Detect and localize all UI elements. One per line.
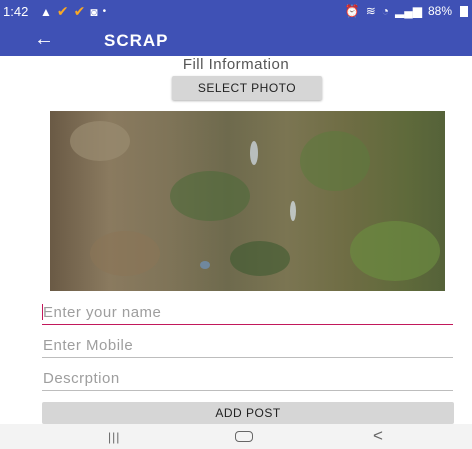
status-bar: 1:42 ▲ ✔ ✔ ◙ • ⏰ ≋ ◔ ▂▄▆ 88% <box>0 0 472 24</box>
form-heading: Fill Information <box>182 56 290 73</box>
alarm-icon: ⏰ <box>344 4 360 18</box>
description-input[interactable] <box>42 366 453 391</box>
status-time: 1:42 <box>3 4 29 19</box>
mobile-input[interactable] <box>42 333 453 358</box>
back-icon[interactable]: < <box>373 426 383 446</box>
status-right-icons: ⏰ ≋ ◔ ▂▄▆ 88% <box>345 4 468 18</box>
check-icon: ✔ <box>73 3 86 19</box>
recent-apps-icon[interactable]: ||| <box>108 430 120 444</box>
signal-icon: ▂▄▆ <box>395 4 422 18</box>
wifi-icon: ◔ <box>381 4 389 18</box>
app-title: SCRAP <box>104 31 169 50</box>
warning-icon: ▲ <box>40 4 52 19</box>
name-input[interactable] <box>42 300 453 325</box>
add-post-button[interactable]: ADD POST <box>42 402 454 424</box>
dot-icon: • <box>102 6 107 17</box>
select-photo-button[interactable]: SELECT PHOTO <box>172 76 322 100</box>
battery-icon <box>460 5 468 17</box>
system-nav-bar: ||| < <box>0 424 472 449</box>
home-icon[interactable] <box>235 431 253 442</box>
check-icon: ✔ <box>56 3 69 19</box>
app-bar: ← SCRAP <box>0 24 472 56</box>
notification-app-icon: ◙ <box>90 4 98 19</box>
back-arrow-icon[interactable]: ← <box>34 28 54 51</box>
text-cursor <box>42 304 43 320</box>
vibrate-icon: ≋ <box>365 4 376 18</box>
status-left-icons: ▲ ✔ ✔ ◙ • <box>40 3 106 20</box>
battery-percent: 88% <box>427 4 452 18</box>
selected-photo <box>50 111 445 291</box>
